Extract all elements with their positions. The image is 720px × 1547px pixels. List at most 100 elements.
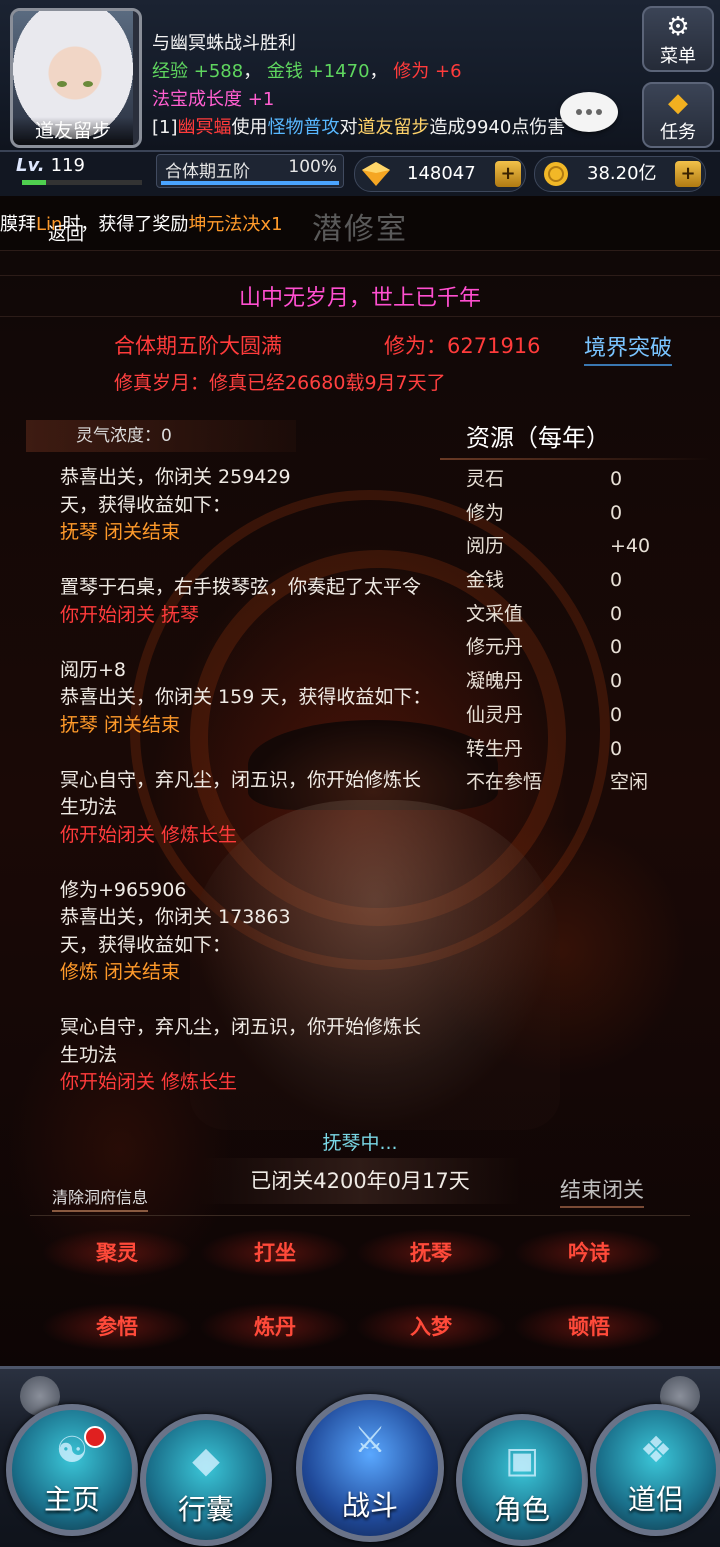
- resource-name: 不在参悟: [466, 771, 543, 794]
- gold-coin-icon: [544, 162, 568, 186]
- treasure-value: +1: [247, 89, 275, 110]
- combat-verb: 使用: [231, 117, 268, 138]
- resource-name: 修为: [466, 501, 505, 524]
- player-level: Lv. 119: [16, 152, 146, 182]
- combat-to: 对: [339, 117, 358, 138]
- log-line: 抚琴 闭关结束: [60, 713, 181, 736]
- log-line: 天，获得收益如下：: [60, 933, 232, 956]
- realm-bar: [161, 181, 339, 185]
- log-line: 生功法: [60, 796, 118, 818]
- resource-value: 0: [610, 602, 623, 625]
- log-line: 天，获得收益如下：: [60, 493, 232, 516]
- log-line: 冥心自守，弃凡尘，闭五识，你开始修炼长: [60, 768, 422, 791]
- nav-role[interactable]: ▣ 角色: [456, 1414, 588, 1546]
- combat-target: 道友留步: [357, 117, 430, 138]
- player-name: 道友留步: [13, 117, 133, 145]
- log-line: 你开始闭关 修炼长生: [60, 1071, 238, 1093]
- resource-value: 0: [610, 468, 623, 490]
- log-spacer: [60, 987, 450, 1015]
- partner-icon: ❖: [639, 1430, 673, 1471]
- log-line: 恭喜出关，你闭关 259429: [60, 466, 291, 488]
- sword-icon: ⚔: [353, 1420, 387, 1461]
- resource-name: 仙灵丹: [466, 703, 524, 726]
- log-line: 恭喜出关，你闭关 173863: [60, 906, 291, 928]
- separator: ，: [369, 61, 388, 82]
- avatar-eye-right: [83, 81, 93, 87]
- closed-door-log: 恭喜出关，你闭关 259429 天，获得收益如下： 抚琴 闭关结束 置琴于石桌，右手拨…: [60, 464, 450, 1097]
- log-line: 冥心自守，弃凡尘，闭五识，你开始修炼长: [60, 1016, 422, 1038]
- resource-value: 0: [610, 737, 623, 760]
- resource-name: 灵石: [466, 468, 505, 490]
- menu-label: 菜单: [660, 46, 696, 67]
- combat-index: [1]: [152, 117, 178, 138]
- realm-label: 合体期五阶: [165, 162, 250, 182]
- action-play-qin[interactable]: 抚琴: [356, 1228, 506, 1278]
- closed-duration: 已闭关4200年0月17天: [200, 1158, 520, 1204]
- nav-bag[interactable]: ◆ 行囊: [140, 1414, 272, 1546]
- divider: [0, 250, 720, 251]
- action-enlightenment[interactable]: 顿悟: [514, 1302, 664, 1352]
- chat-bubble-button[interactable]: [560, 92, 618, 132]
- realm-bar-fill: [161, 181, 339, 185]
- resources-title: 资源（每年）: [466, 424, 610, 452]
- combat-log-line: [1]幽冥蝠使用怪物普攻对道友留步造成9940点伤害: [152, 114, 565, 142]
- resource-name: 转生丹: [466, 737, 524, 760]
- battle-result-message: 与幽冥蛛战斗胜利: [152, 33, 296, 54]
- action-comprehend[interactable]: 参悟: [42, 1302, 192, 1352]
- divider: [0, 316, 720, 317]
- breakthrough-button[interactable]: 境界突破: [584, 330, 673, 366]
- resource-value: +40: [610, 535, 651, 558]
- chest-icon: ▣: [504, 1440, 539, 1481]
- gold-currency: 38.20亿 +: [534, 156, 706, 192]
- log-line: 修为+965906: [60, 878, 187, 901]
- cultivation-value: +6: [435, 61, 462, 82]
- task-button[interactable]: ◆ 任务: [642, 82, 714, 148]
- back-button[interactable]: 返回: [48, 220, 84, 246]
- chat-dot: [576, 109, 582, 115]
- nav-home[interactable]: ☯ 主页: [6, 1404, 138, 1536]
- nav-role-label: 角色: [493, 1493, 550, 1526]
- resource-value: 0: [610, 636, 623, 659]
- end-closed-door-button[interactable]: 结束闭关: [560, 1174, 644, 1208]
- log-line: 生功法: [60, 1043, 118, 1066]
- clear-info-button[interactable]: 清除洞府信息: [52, 1184, 149, 1212]
- log-line: 置琴于石桌，右手拨琴弦，你奏起了太平令: [60, 576, 422, 598]
- nav-partner-label: 道侣: [627, 1483, 684, 1516]
- separator: ，: [243, 61, 262, 82]
- action-recite-poem[interactable]: 吟诗: [514, 1228, 664, 1278]
- action-gather-qi[interactable]: 聚灵: [42, 1228, 192, 1278]
- action-meditate[interactable]: 打坐: [200, 1228, 350, 1278]
- resource-value: 0: [610, 670, 623, 693]
- divider: [0, 275, 720, 276]
- chat-dot: [596, 109, 602, 115]
- qi-density: 灵气浓度：0: [26, 420, 296, 452]
- menu-button[interactable]: ⚙ 菜单: [642, 6, 714, 72]
- nav-home-label: 主页: [43, 1483, 100, 1516]
- level-exp-bar: [22, 180, 142, 185]
- slogan: 山中无岁月，世上已千年: [238, 286, 481, 311]
- action-alchemy[interactable]: 炼丹: [200, 1302, 350, 1352]
- bag-icon: ◆: [192, 1440, 220, 1481]
- nav-partner[interactable]: ❖ 道侣: [590, 1404, 720, 1536]
- log-line: 你开始闭关 抚琴: [60, 603, 200, 626]
- nav-battle[interactable]: ⚔ 战斗: [296, 1394, 444, 1542]
- cultivation-years: 修真岁月：修真已经26680载9月7天了: [114, 372, 446, 394]
- marquee-reward: 坤元法决x1: [188, 214, 283, 235]
- gem-icon: [362, 162, 390, 186]
- exp-value: +588: [193, 61, 244, 82]
- resource-name: 阅历: [466, 535, 505, 558]
- treasure-label: 法宝成长度: [152, 89, 242, 110]
- broadcast-marquee: 膜拜Lin时，获得了奖励坤元法决x1: [0, 210, 283, 236]
- lantern-icon: ◆: [668, 88, 688, 118]
- player-avatar[interactable]: 道友留步: [10, 8, 142, 148]
- combat-monster: 幽冥蝠: [177, 117, 232, 138]
- log-spacer: [60, 849, 450, 877]
- gem-currency: 148047 +: [354, 156, 526, 192]
- resource-value: 空闲: [610, 771, 649, 794]
- log-spacer: [60, 629, 450, 657]
- add-gold-button[interactable]: +: [675, 161, 701, 187]
- action-dream[interactable]: 入梦: [356, 1302, 506, 1352]
- add-gem-button[interactable]: +: [495, 161, 521, 187]
- log-line: 抚琴 闭关结束: [60, 521, 181, 543]
- current-activity: 抚琴中...: [322, 1132, 398, 1154]
